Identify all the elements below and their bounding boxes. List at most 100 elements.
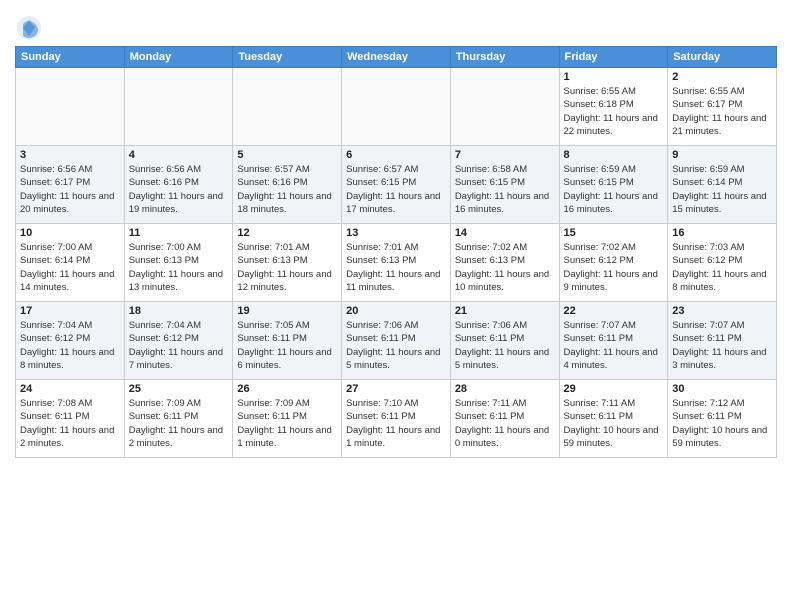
day-number: 13	[346, 227, 446, 239]
day-number: 12	[237, 227, 337, 239]
day-number: 30	[672, 383, 772, 395]
day-number: 19	[237, 305, 337, 317]
day-info: Sunrise: 7:12 AM Sunset: 6:11 PM Dayligh…	[672, 397, 772, 450]
calendar-cell: 29 Sunrise: 7:11 AM Sunset: 6:11 PM Dayli…	[559, 380, 668, 458]
calendar-cell: 13 Sunrise: 7:01 AM Sunset: 6:13 PM Dayli…	[342, 224, 451, 302]
calendar-cell	[16, 68, 125, 146]
day-number: 24	[20, 383, 120, 395]
calendar-week-4: 17 Sunrise: 7:04 AM Sunset: 6:12 PM Dayli…	[16, 302, 777, 380]
calendar-cell: 14Sunrise: 7:02 AM Sunset: 6:13 PM Dayli…	[450, 224, 559, 302]
day-info: Sunrise: 6:59 AM Sunset: 6:14 PM Dayligh…	[672, 163, 772, 216]
main-container: Sunday Monday Tuesday Wednesday Thursday…	[0, 0, 792, 463]
calendar-cell: 24 Sunrise: 7:08 AM Sunset: 6:11 PM Dayli…	[16, 380, 125, 458]
calendar-cell: 7 Sunrise: 6:58 AM Sunset: 6:15 PM Daylig…	[450, 146, 559, 224]
calendar-table: Sunday Monday Tuesday Wednesday Thursday…	[15, 46, 777, 458]
day-number: 6	[346, 149, 446, 161]
day-number: 17	[20, 305, 120, 317]
calendar-cell: 15 Sunrise: 7:02 AM Sunset: 6:12 PM Dayli…	[559, 224, 668, 302]
logo	[15, 14, 47, 42]
day-info: Sunrise: 7:06 AM Sunset: 6:11 PM Dayligh…	[455, 319, 555, 372]
day-number: 1	[564, 71, 664, 83]
day-info: Sunrise: 7:03 AM Sunset: 6:12 PM Dayligh…	[672, 241, 772, 294]
day-info: Sunrise: 7:08 AM Sunset: 6:11 PM Dayligh…	[20, 397, 120, 450]
calendar-cell: 16 Sunrise: 7:03 AM Sunset: 6:12 PM Dayli…	[668, 224, 777, 302]
day-info: Sunrise: 6:56 AM Sunset: 6:16 PM Dayligh…	[129, 163, 229, 216]
day-info: Sunrise: 7:06 AM Sunset: 6:11 PM Dayligh…	[346, 319, 446, 372]
calendar-cell: 18 Sunrise: 7:04 AM Sunset: 6:12 PM Dayli…	[124, 302, 233, 380]
calendar-cell	[342, 68, 451, 146]
day-info: Sunrise: 7:04 AM Sunset: 6:12 PM Dayligh…	[129, 319, 229, 372]
calendar-cell: 5 Sunrise: 6:57 AM Sunset: 6:16 PM Daylig…	[233, 146, 342, 224]
day-info: Sunrise: 7:10 AM Sunset: 6:11 PM Dayligh…	[346, 397, 446, 450]
calendar-cell: 26 Sunrise: 7:09 AM Sunset: 6:11 PM Dayli…	[233, 380, 342, 458]
day-info: Sunrise: 7:11 AM Sunset: 6:11 PM Dayligh…	[455, 397, 555, 450]
day-number: 3	[20, 149, 120, 161]
calendar-cell: 3 Sunrise: 6:56 AM Sunset: 6:17 PM Daylig…	[16, 146, 125, 224]
day-info: Sunrise: 7:02 AM Sunset: 6:13 PM Dayligh…	[455, 241, 555, 294]
calendar-cell: 21 Sunrise: 7:06 AM Sunset: 6:11 PM Dayli…	[450, 302, 559, 380]
day-info: Sunrise: 7:07 AM Sunset: 6:11 PM Dayligh…	[672, 319, 772, 372]
calendar-cell: 11Sunrise: 7:00 AM Sunset: 6:13 PM Dayli…	[124, 224, 233, 302]
day-number: 7	[455, 149, 555, 161]
day-number: 29	[564, 383, 664, 395]
day-number: 15	[564, 227, 664, 239]
day-number: 5	[237, 149, 337, 161]
header-friday: Friday	[559, 47, 668, 68]
calendar-week-1: 1Sunrise: 6:55 AM Sunset: 6:18 PM Daylig…	[16, 68, 777, 146]
day-info: Sunrise: 7:09 AM Sunset: 6:11 PM Dayligh…	[237, 397, 337, 450]
calendar-cell	[233, 68, 342, 146]
day-number: 28	[455, 383, 555, 395]
calendar-cell: 9 Sunrise: 6:59 AM Sunset: 6:14 PM Daylig…	[668, 146, 777, 224]
calendar-cell	[124, 68, 233, 146]
calendar-cell	[450, 68, 559, 146]
calendar-cell: 30 Sunrise: 7:12 AM Sunset: 6:11 PM Dayli…	[668, 380, 777, 458]
calendar-cell: 22Sunrise: 7:07 AM Sunset: 6:11 PM Dayli…	[559, 302, 668, 380]
header-tuesday: Tuesday	[233, 47, 342, 68]
day-info: Sunrise: 7:01 AM Sunset: 6:13 PM Dayligh…	[237, 241, 337, 294]
day-info: Sunrise: 6:55 AM Sunset: 6:17 PM Dayligh…	[672, 85, 772, 138]
calendar-cell: 4Sunrise: 6:56 AM Sunset: 6:16 PM Daylig…	[124, 146, 233, 224]
calendar-cell: 27 Sunrise: 7:10 AM Sunset: 6:11 PM Dayli…	[342, 380, 451, 458]
calendar-week-5: 24 Sunrise: 7:08 AM Sunset: 6:11 PM Dayli…	[16, 380, 777, 458]
calendar-cell: 28 Sunrise: 7:11 AM Sunset: 6:11 PM Dayli…	[450, 380, 559, 458]
day-info: Sunrise: 6:59 AM Sunset: 6:15 PM Dayligh…	[564, 163, 664, 216]
calendar-cell: 12 Sunrise: 7:01 AM Sunset: 6:13 PM Dayli…	[233, 224, 342, 302]
day-info: Sunrise: 7:02 AM Sunset: 6:12 PM Dayligh…	[564, 241, 664, 294]
header-monday: Monday	[124, 47, 233, 68]
day-info: Sunrise: 7:05 AM Sunset: 6:11 PM Dayligh…	[237, 319, 337, 372]
calendar-cell: 20 Sunrise: 7:06 AM Sunset: 6:11 PM Dayli…	[342, 302, 451, 380]
day-number: 20	[346, 305, 446, 317]
day-info: Sunrise: 7:00 AM Sunset: 6:14 PM Dayligh…	[20, 241, 120, 294]
day-number: 21	[455, 305, 555, 317]
day-info: Sunrise: 6:57 AM Sunset: 6:16 PM Dayligh…	[237, 163, 337, 216]
day-number: 27	[346, 383, 446, 395]
day-info: Sunrise: 6:56 AM Sunset: 6:17 PM Dayligh…	[20, 163, 120, 216]
calendar-week-3: 10Sunrise: 7:00 AM Sunset: 6:14 PM Dayli…	[16, 224, 777, 302]
calendar-cell: 2 Sunrise: 6:55 AM Sunset: 6:17 PM Daylig…	[668, 68, 777, 146]
day-info: Sunrise: 6:58 AM Sunset: 6:15 PM Dayligh…	[455, 163, 555, 216]
calendar-header-row: Sunday Monday Tuesday Wednesday Thursday…	[16, 47, 777, 68]
day-info: Sunrise: 7:01 AM Sunset: 6:13 PM Dayligh…	[346, 241, 446, 294]
day-number: 9	[672, 149, 772, 161]
day-number: 23	[672, 305, 772, 317]
header-row	[15, 10, 777, 42]
day-number: 16	[672, 227, 772, 239]
header-wednesday: Wednesday	[342, 47, 451, 68]
day-info: Sunrise: 7:11 AM Sunset: 6:11 PM Dayligh…	[564, 397, 664, 450]
calendar-week-2: 3 Sunrise: 6:56 AM Sunset: 6:17 PM Daylig…	[16, 146, 777, 224]
logo-icon	[15, 14, 43, 42]
calendar-cell: 6Sunrise: 6:57 AM Sunset: 6:15 PM Daylig…	[342, 146, 451, 224]
day-number: 8	[564, 149, 664, 161]
day-number: 25	[129, 383, 229, 395]
day-info: Sunrise: 7:04 AM Sunset: 6:12 PM Dayligh…	[20, 319, 120, 372]
day-number: 18	[129, 305, 229, 317]
calendar-body: 1Sunrise: 6:55 AM Sunset: 6:18 PM Daylig…	[16, 68, 777, 458]
day-number: 11	[129, 227, 229, 239]
day-number: 2	[672, 71, 772, 83]
day-info: Sunrise: 7:09 AM Sunset: 6:11 PM Dayligh…	[129, 397, 229, 450]
day-number: 26	[237, 383, 337, 395]
calendar-cell: 17 Sunrise: 7:04 AM Sunset: 6:12 PM Dayli…	[16, 302, 125, 380]
calendar-cell: 23 Sunrise: 7:07 AM Sunset: 6:11 PM Dayli…	[668, 302, 777, 380]
calendar-cell: 10Sunrise: 7:00 AM Sunset: 6:14 PM Dayli…	[16, 224, 125, 302]
header-sunday: Sunday	[16, 47, 125, 68]
